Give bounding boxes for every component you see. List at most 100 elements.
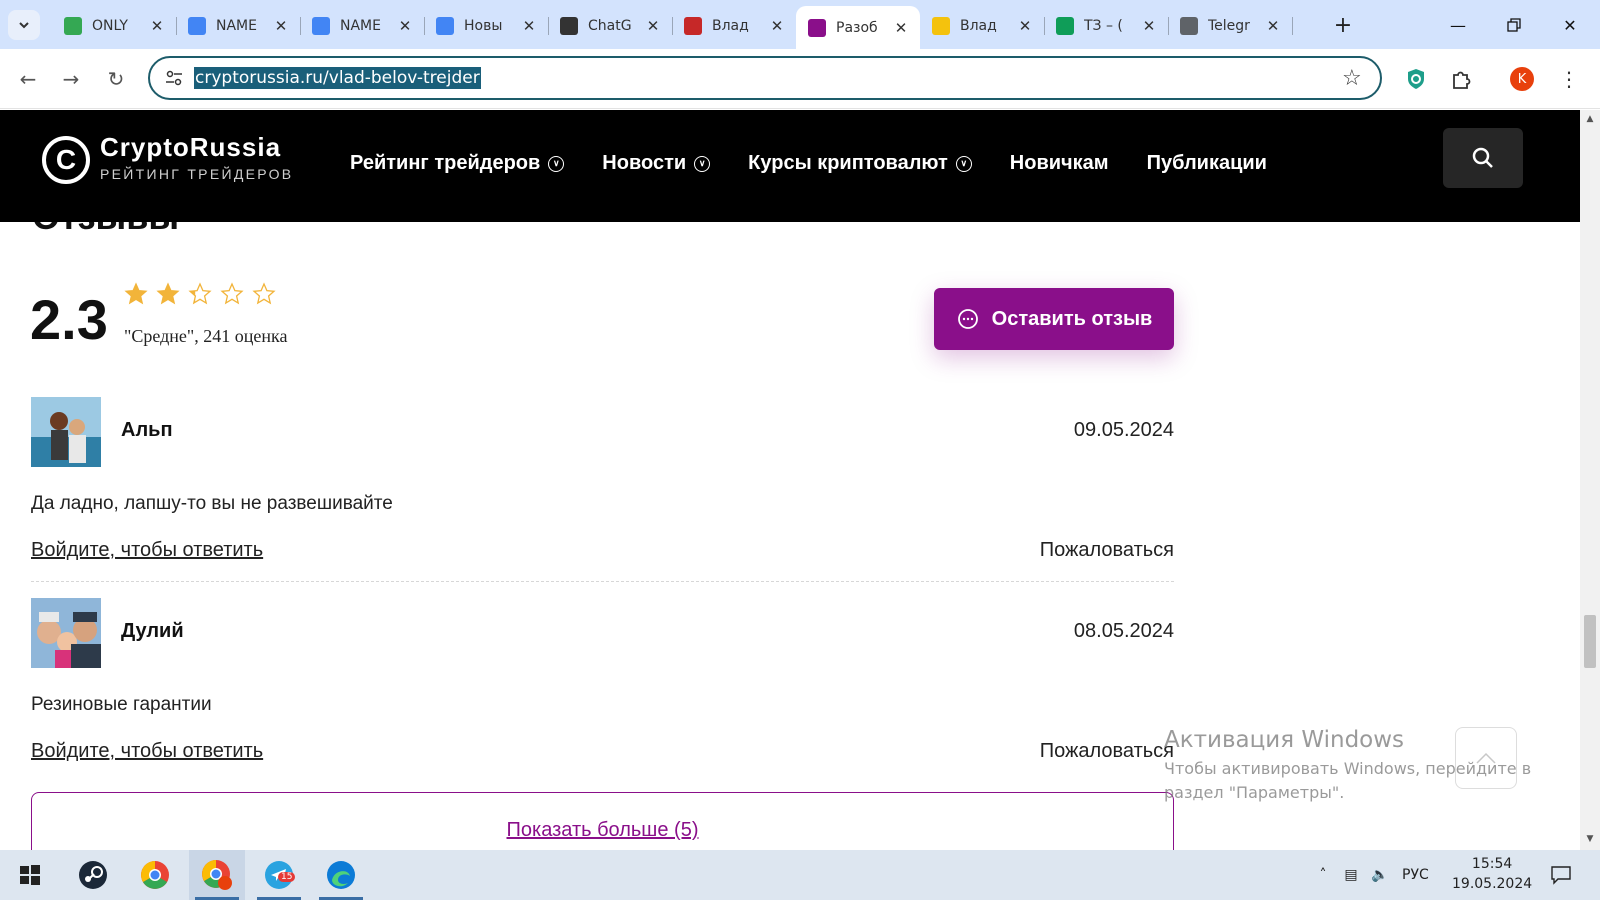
docs-icon — [312, 17, 330, 35]
taskbar-clock[interactable]: 15:54 19.05.2024 — [1452, 854, 1532, 894]
login-to-reply-link[interactable]: Войдите, чтобы ответить — [31, 539, 263, 562]
chatgpt-icon — [560, 17, 578, 35]
language-indicator[interactable]: РУС — [1402, 867, 1429, 883]
volume-icon[interactable]: 🔈 — [1366, 867, 1394, 883]
site-search-button[interactable] — [1443, 128, 1523, 188]
network-icon[interactable]: ▤ — [1336, 867, 1366, 883]
url-text[interactable]: cryptorussia.ru/vlad-belov-trejder — [194, 67, 481, 89]
nav-item[interactable]: Рейтинг трейдеров ∨ — [350, 152, 565, 175]
tab-close-icon[interactable]: ✕ — [892, 19, 910, 37]
rating-star-icon[interactable] — [188, 282, 212, 306]
scroll-down-arrow-icon[interactable]: ▼ — [1584, 834, 1596, 846]
nav-item[interactable]: Новичкам — [1010, 152, 1109, 175]
page-content: Отзывы 2.3 "Средне", 241 оценка Оставить… — [0, 222, 1580, 850]
taskbar-chrome[interactable] — [127, 850, 183, 900]
browser-tab[interactable]: Новы ✕ — [424, 8, 549, 44]
restore-button[interactable] — [1494, 10, 1534, 40]
back-button[interactable]: ← — [14, 65, 42, 93]
tab-close-icon[interactable]: ✕ — [1140, 17, 1158, 35]
leave-review-button[interactable]: Оставить отзыв — [934, 288, 1174, 350]
tab-close-icon[interactable]: ✕ — [272, 17, 290, 35]
extension-shield-icon[interactable] — [1402, 65, 1430, 93]
leave-review-label: Оставить отзыв — [991, 307, 1153, 330]
nav-item[interactable]: Новости ∨ — [602, 152, 711, 175]
login-to-reply-link[interactable]: Войдите, чтобы ответить — [31, 740, 263, 763]
main-navigation: Рейтинг трейдеров ∨ Новости ∨ Курсы криптова… — [350, 152, 1267, 175]
star-icon — [932, 17, 950, 35]
browser-tab[interactable]: Разоб ✕ — [796, 6, 920, 49]
taskbar-chrome-profile[interactable] — [189, 850, 245, 900]
tab-close-icon[interactable]: ✕ — [1016, 17, 1034, 35]
browser-tab[interactable]: ТЗ – ( ✕ — [1044, 8, 1169, 44]
pen-icon — [684, 17, 702, 35]
page-scrollbar[interactable]: ▲ ▼ — [1580, 110, 1600, 850]
reviewer-avatar — [31, 397, 101, 467]
address-bar[interactable]: cryptorussia.ru/vlad-belov-trejder ☆ — [148, 56, 1382, 100]
browser-tab[interactable]: Влад ✕ — [672, 8, 797, 44]
tab-title: Новы — [464, 18, 503, 34]
minimize-button[interactable]: — — [1438, 10, 1478, 40]
nav-item[interactable]: Публикации — [1147, 152, 1267, 175]
tab-close-icon[interactable]: ✕ — [1264, 17, 1282, 35]
browser-menu-icon[interactable]: ⋮ — [1555, 65, 1583, 93]
tab-title: ChatG — [588, 18, 632, 34]
tab-title: NAME — [216, 18, 257, 34]
report-link[interactable]: Пожаловаться — [1040, 740, 1174, 763]
nav-item-label: Публикации — [1146, 152, 1267, 174]
reload-button[interactable]: ↻ — [102, 65, 130, 93]
site-settings-icon[interactable] — [164, 68, 184, 88]
logo-title[interactable]: CryptoRussia — [100, 132, 281, 163]
chrome-icon — [141, 861, 169, 889]
new-tab-button[interactable]: + — [1330, 12, 1356, 38]
browser-tab[interactable]: NAME ✕ — [300, 8, 425, 44]
extensions-puzzle-icon[interactable] — [1447, 65, 1475, 93]
taskbar-edge[interactable] — [313, 850, 369, 900]
rating-star-icon[interactable] — [252, 282, 276, 306]
profile-avatar[interactable]: K — [1508, 65, 1536, 93]
logo-subtitle: РЕЙТИНГ ТРЕЙДЕРОВ — [100, 166, 294, 182]
report-link[interactable]: Пожаловаться — [1040, 539, 1174, 562]
windows-taskbar: ˄ ▤ 🔈 РУС 15:54 19.05.2024 15 — [0, 850, 1600, 900]
rating-stars[interactable] — [124, 282, 276, 306]
browser-tab[interactable]: NAME ✕ — [176, 8, 301, 44]
tab-close-icon[interactable]: ✕ — [520, 17, 538, 35]
tab-title: ONLY — [92, 18, 128, 34]
cryptorussia-logo-icon[interactable]: C — [42, 136, 90, 184]
tray-overflow-chevron-icon[interactable]: ˄ — [1310, 867, 1336, 883]
show-more-link[interactable]: Показать больше (5) — [32, 819, 1173, 842]
tab-close-icon[interactable]: ✕ — [768, 17, 786, 35]
taskbar-steam[interactable] — [65, 850, 121, 900]
browser-tab[interactable]: Telegr ✕ — [1168, 8, 1293, 44]
scroll-up-arrow-icon[interactable]: ▲ — [1584, 114, 1596, 126]
steam-icon — [79, 861, 107, 889]
rating-star-icon[interactable] — [124, 282, 148, 306]
review-item: Альп 09.05.2024 Да ладно, лапшу-то вы не… — [31, 397, 1174, 583]
tab-close-icon[interactable]: ✕ — [644, 17, 662, 35]
section-title: Отзывы — [32, 222, 179, 238]
show-more-box: Показать больше (5) — [31, 792, 1174, 850]
browser-tab[interactable]: ChatG ✕ — [548, 8, 673, 44]
cryptorussia-icon — [808, 18, 826, 37]
nav-item-label: Новости — [602, 152, 687, 174]
bookmark-star-icon[interactable]: ☆ — [1342, 66, 1366, 91]
browser-tab[interactable]: ONLY ✕ — [52, 8, 177, 44]
docs-icon — [436, 17, 454, 35]
tab-search-button[interactable] — [8, 10, 40, 40]
review-date: 08.05.2024 — [1073, 620, 1174, 642]
tab-close-icon[interactable]: ✕ — [148, 17, 166, 35]
browser-tab[interactable]: Влад ✕ — [920, 8, 1045, 44]
forward-button[interactable]: → — [57, 65, 85, 93]
notifications-button[interactable] — [1550, 850, 1572, 900]
scroll-to-top-button[interactable] — [1455, 727, 1517, 789]
close-window-button[interactable]: ✕ — [1550, 10, 1590, 40]
nav-item[interactable]: Курсы криптовалют ∨ — [748, 152, 972, 175]
rating-star-icon[interactable] — [220, 282, 244, 306]
rating-star-icon[interactable] — [156, 282, 180, 306]
tab-title: ТЗ – ( — [1084, 18, 1123, 34]
chevron-up-icon — [1476, 752, 1496, 764]
scrollbar-thumb[interactable] — [1584, 615, 1596, 668]
clock-date: 19.05.2024 — [1452, 876, 1533, 892]
start-button[interactable] — [2, 850, 58, 900]
tab-close-icon[interactable]: ✕ — [396, 17, 414, 35]
review-text: Резиновые гарантии — [31, 694, 212, 715]
